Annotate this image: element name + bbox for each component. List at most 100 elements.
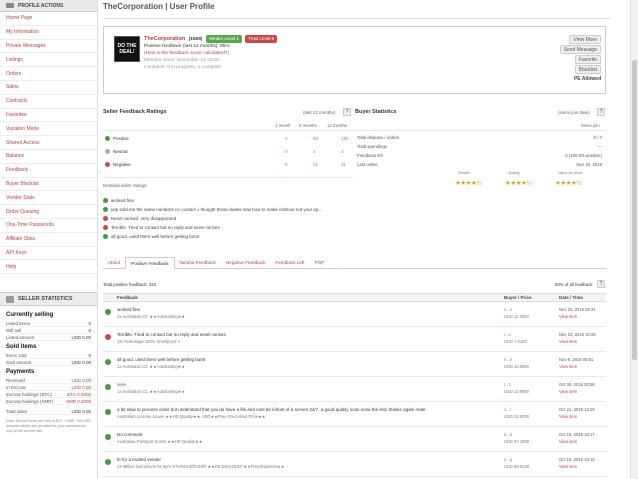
sidebar-item-listings[interactable]: Listings xyxy=(0,53,97,68)
blacklist-button[interactable]: Blacklist xyxy=(574,65,601,74)
feedback-price: USD 11.9000 xyxy=(504,389,529,394)
feedback-comment: worked fine xyxy=(117,307,141,312)
rating-row-neutral: Neutral xyxy=(105,147,128,156)
stat-value: XMR 0.0000 xyxy=(65,398,91,404)
rating-row-negative: Negative xyxy=(105,160,131,169)
feedback-date: Oct 21, 2016 13:29 xyxy=(559,407,595,412)
stat-label: Items sold xyxy=(6,352,27,358)
sidebar-item-vacation-mode[interactable]: Vacation Mode xyxy=(0,122,97,137)
feedback-buyer: i...a xyxy=(504,332,511,337)
feedback-product: 12 Million lost iphone 6s 5pm STUNGUNTAZ… xyxy=(117,464,285,469)
sidebar-item-balance[interactable]: Balance xyxy=(0,150,97,164)
positive-icon xyxy=(103,234,108,239)
comment-item: worked fine xyxy=(103,196,363,205)
header-date-time: Date / Time xyxy=(559,295,583,300)
value-label: Value for price xyxy=(558,171,583,175)
feedback-help-button[interactable]: ? xyxy=(597,280,605,288)
escrow-note: Note: Escrow funds are held in BTC / XMR… xyxy=(6,419,91,434)
sidebar-item-sales[interactable]: Sales xyxy=(0,81,97,95)
page-title: TheCorporation | User Profile xyxy=(103,1,215,11)
tab-neutral-feedback[interactable]: Neutral Feedback xyxy=(175,257,221,269)
scrollbar-thumb[interactable] xyxy=(632,60,637,360)
feedback-comment: a bit slow to process order but understa… xyxy=(117,407,426,412)
tab-positive-feedback[interactable]: Positive Feedback xyxy=(125,257,175,269)
sidebar-item-vendor-stats[interactable]: Vendor Stats xyxy=(0,191,97,206)
sidebar-item-shared-access[interactable]: Shared Access xyxy=(0,136,97,150)
ratings-divider-2 xyxy=(103,177,353,178)
sidebar-item-one-time-passwords[interactable]: One-Time Passwords xyxy=(0,219,97,233)
positive-icon xyxy=(103,207,108,212)
detailed-ratings-label: Detailed seller ratings: xyxy=(103,183,148,188)
view-item-link[interactable]: View item xyxy=(559,314,577,319)
tab-about[interactable]: About xyxy=(103,257,125,269)
header-buyer-price: Buyer / Price xyxy=(504,295,532,300)
tab-negative-feedback[interactable]: Negative Feedback xyxy=(221,257,271,269)
rating-value: 21 xyxy=(313,162,319,167)
view-more-button[interactable]: View More xyxy=(569,35,601,44)
sidebar-item-my-information[interactable]: My Information xyxy=(0,26,97,40)
view-item-link[interactable]: View item xyxy=(559,364,577,369)
feedback-date: Nov 6, 2016 05:51 xyxy=(559,357,594,362)
rating-label: Negative xyxy=(113,162,131,167)
sidebar-item-buyer-blacklist[interactable]: Buyer Blacklist xyxy=(0,178,97,192)
seller-ratings-help-button[interactable]: ? xyxy=(343,108,351,116)
feedback-calc-link[interactable]: (How is the feedback score calculated?) xyxy=(144,50,277,57)
feedback-product: 1% Nola Bags 100% Smellproof !! xyxy=(117,339,181,344)
sidebar-item-help[interactable]: Help xyxy=(0,260,97,275)
positive-icon xyxy=(105,309,111,315)
send-message-button[interactable]: Send Message xyxy=(559,45,601,54)
comment-text: yep sold me the same numbers no contact … xyxy=(111,207,322,212)
positive-feedback-text: Positive feedback (last 12 months): 85% xyxy=(144,44,230,49)
buyer-stats-help-button[interactable]: ? xyxy=(597,108,605,116)
feedback-product: 1x Australian CC ★★Autoluxting★★ xyxy=(117,364,186,369)
sidebar-item-affiliate-stats[interactable]: Affiliate Stats xyxy=(0,233,97,247)
quality-label: Quality xyxy=(508,171,520,175)
feedback-price: USD 7.0100 xyxy=(504,339,527,344)
view-item-link[interactable]: View item xyxy=(559,464,577,469)
comment-text: worked fine xyxy=(111,198,135,203)
sidebar-item-orders[interactable]: Orders xyxy=(0,67,97,81)
tab-pgp[interactable]: PGP xyxy=(310,257,330,269)
feedback-price: USD 11.9000 xyxy=(504,314,529,319)
tab-feedback-left[interactable]: Feedback Left xyxy=(270,257,309,269)
stat-value: BTC 0.0000 xyxy=(66,391,91,397)
buyer-stat-row: Total disputes / orders 0 / 7 xyxy=(357,133,602,141)
view-item-link[interactable]: View item xyxy=(559,439,577,444)
sidebar-item-feedback[interactable]: Feedback xyxy=(0,164,97,178)
main-content: TheCorporation | User Profile DO THE DEA… xyxy=(103,0,610,479)
header-feedback: Feedback xyxy=(117,295,138,300)
sidebar-item-home-page[interactable]: Home Page xyxy=(0,12,97,26)
pe-allowed-label: PE Allowed xyxy=(573,76,601,82)
feedback-date: Nov 15, 2016 03:41 xyxy=(559,307,596,312)
profile-card: DO THE DEAL! TheCorporation (1559) Vendo… xyxy=(103,26,606,94)
profile-actions-title: PROFILE ACTIONS xyxy=(18,2,64,9)
view-item-link[interactable]: View item xyxy=(559,339,577,344)
sidebar-item-contracts[interactable]: Contracts xyxy=(0,95,97,109)
rating-value: 3 xyxy=(341,149,344,154)
rating-value: 2 xyxy=(313,149,316,154)
sidebar-item-order-queuing[interactable]: Order Queuing xyxy=(0,205,97,219)
feedback-date: Oct 30, 2016 20:58 xyxy=(559,382,595,387)
feedback-product: 1x Australian CC ★★Autoluxting★★ xyxy=(117,314,186,319)
stat-label: Listed items xyxy=(6,320,31,326)
stat-row: Escrow holdings (XMR) XMR 0.0000 xyxy=(6,398,91,406)
view-item-link[interactable]: View item xyxy=(559,389,577,394)
favorite-button[interactable]: Favorite xyxy=(574,55,601,64)
view-item-link[interactable]: View item xyxy=(559,414,577,419)
buyer-stat-row: Feedback left 0 (100.0% positive) xyxy=(357,151,602,159)
contracts-text: Contracts: 0 in progress, 1 complete xyxy=(144,65,222,70)
stat-row: Received USD 0.00 xyxy=(6,377,91,385)
scrollbar[interactable] xyxy=(630,0,638,479)
sidebar-item-favorites[interactable]: Favorites xyxy=(0,109,97,123)
feedback-buyer: e...e xyxy=(504,357,513,362)
seller-stats-header: SELLER STATISTICS xyxy=(0,292,97,307)
stealth-stars: ★★★★½ xyxy=(455,180,482,187)
feedback-score: (1559) xyxy=(188,37,203,42)
feedback-row: worked fine 1x Australian CC ★★Autoluxtin… xyxy=(103,303,606,327)
sidebar-item-api-keys[interactable]: API Keys xyxy=(0,247,97,261)
sidebar-item-private-messages[interactable]: Private Messages xyxy=(0,40,97,54)
positive-icon xyxy=(105,434,111,440)
username-link[interactable]: TheCorporation xyxy=(144,36,185,42)
feedback-row: a bit slow to process order but understa… xyxy=(103,403,606,427)
positive-icon xyxy=(105,359,111,365)
